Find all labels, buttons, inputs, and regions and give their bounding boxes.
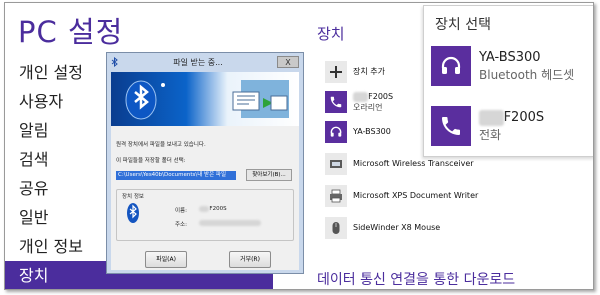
dialog-body: 원격 장치에서 파일을 보내고 있습니다. 이 파일들을 저장할 폴더 선택: … (111, 72, 299, 270)
device-name: Microsoft Wireless Transceiver (353, 159, 474, 168)
save-path-field[interactable]: C:\Users\Yes40b\Documents\내 받은 파일 (116, 171, 236, 180)
device-info-title: 장치 정보 (122, 194, 144, 200)
flyout-title: 장치 선택 (435, 17, 491, 33)
close-button[interactable]: X (277, 56, 299, 68)
reject-button[interactable]: 거부(R) (229, 251, 271, 268)
save-folder-prompt: 이 파일들을 저장할 폴더 선택: (116, 158, 186, 164)
receive-button[interactable]: 파일(A) (145, 251, 187, 268)
phone-icon (325, 91, 347, 113)
device-name-label: 이름: (175, 208, 187, 214)
device-select-flyout: 장치 선택 YA-BS300 Bluetooth 헤드셋 ■■F200S 전화 (423, 5, 593, 157)
dialog-titlebar[interactable]: 파일 받는 중... X (107, 53, 303, 71)
bluetooth-transfer-illustration (125, 80, 289, 120)
dialog-title: 파일 받는 중... (173, 57, 223, 67)
mouse-icon (325, 217, 347, 239)
flyout-item-name: YA-BS300 (479, 49, 541, 65)
plus-icon (325, 61, 347, 83)
device-name-value: ■■F200S (199, 206, 227, 212)
device-item-phone[interactable]: ■■F200S 오라리언 (325, 89, 393, 115)
device-icon (325, 153, 347, 175)
devices-heading: 장치 (317, 25, 345, 43)
device-address-value: ■■■■■■■■■■■■ (199, 220, 262, 226)
device-item-xps-writer[interactable]: Microsoft XPS Document Writer (325, 183, 478, 209)
device-item-headset[interactable]: YA-BS300 (325, 119, 391, 145)
device-name: Microsoft XPS Document Writer (353, 191, 479, 200)
flyout-item-subtitle: Bluetooth 헤드셋 (479, 67, 575, 82)
device-subtitle: 오라리언 (353, 102, 383, 112)
device-address-label: 주소: (175, 222, 187, 228)
flyout-item-name: ■■F200S (479, 109, 544, 126)
dialog-message: 원격 장치에서 파일을 보내고 있습니다. (116, 142, 206, 148)
device-name: YA-BS300 (353, 127, 391, 136)
add-device-button[interactable]: 장치 추가 (325, 59, 385, 85)
file-receive-dialog: 파일 받는 중... X 원격 장치에서 파일을 보내고 있습니다. 이 파일들… (106, 52, 304, 274)
device-info-group: 장치 정보 이름: ■■F200S 주소: ■■■■■■■■■■■■ (116, 189, 294, 241)
flyout-item-headset[interactable]: YA-BS300 Bluetooth 헤드셋 (431, 46, 574, 86)
phone-icon (431, 106, 471, 146)
device-item-mouse[interactable]: SideWinder X8 Mouse (325, 215, 440, 241)
bluetooth-icon (111, 57, 118, 67)
headset-icon (325, 121, 347, 143)
page-title: PC 설정 (18, 15, 124, 49)
printer-icon (325, 185, 347, 207)
browse-button[interactable]: 찾아보기(B)... (246, 169, 292, 181)
metered-download-heading: 데이터 통신 연결을 통한 다운로드 (317, 272, 516, 288)
bluetooth-icon (127, 203, 139, 223)
device-name: SideWinder X8 Mouse (353, 223, 441, 232)
add-device-label: 장치 추가 (353, 67, 385, 76)
flyout-item-subtitle: 전화 (479, 127, 502, 142)
headset-icon (431, 46, 471, 86)
flyout-item-phone[interactable]: ■■F200S 전화 (431, 106, 544, 146)
screenshot-frame: PC 설정 개인 설정 사용자 알림 검색 공유 일반 개인 정보 장치 장치 … (4, 2, 594, 290)
device-name: ■■F200S (353, 91, 393, 102)
bluetooth-banner (111, 72, 299, 126)
